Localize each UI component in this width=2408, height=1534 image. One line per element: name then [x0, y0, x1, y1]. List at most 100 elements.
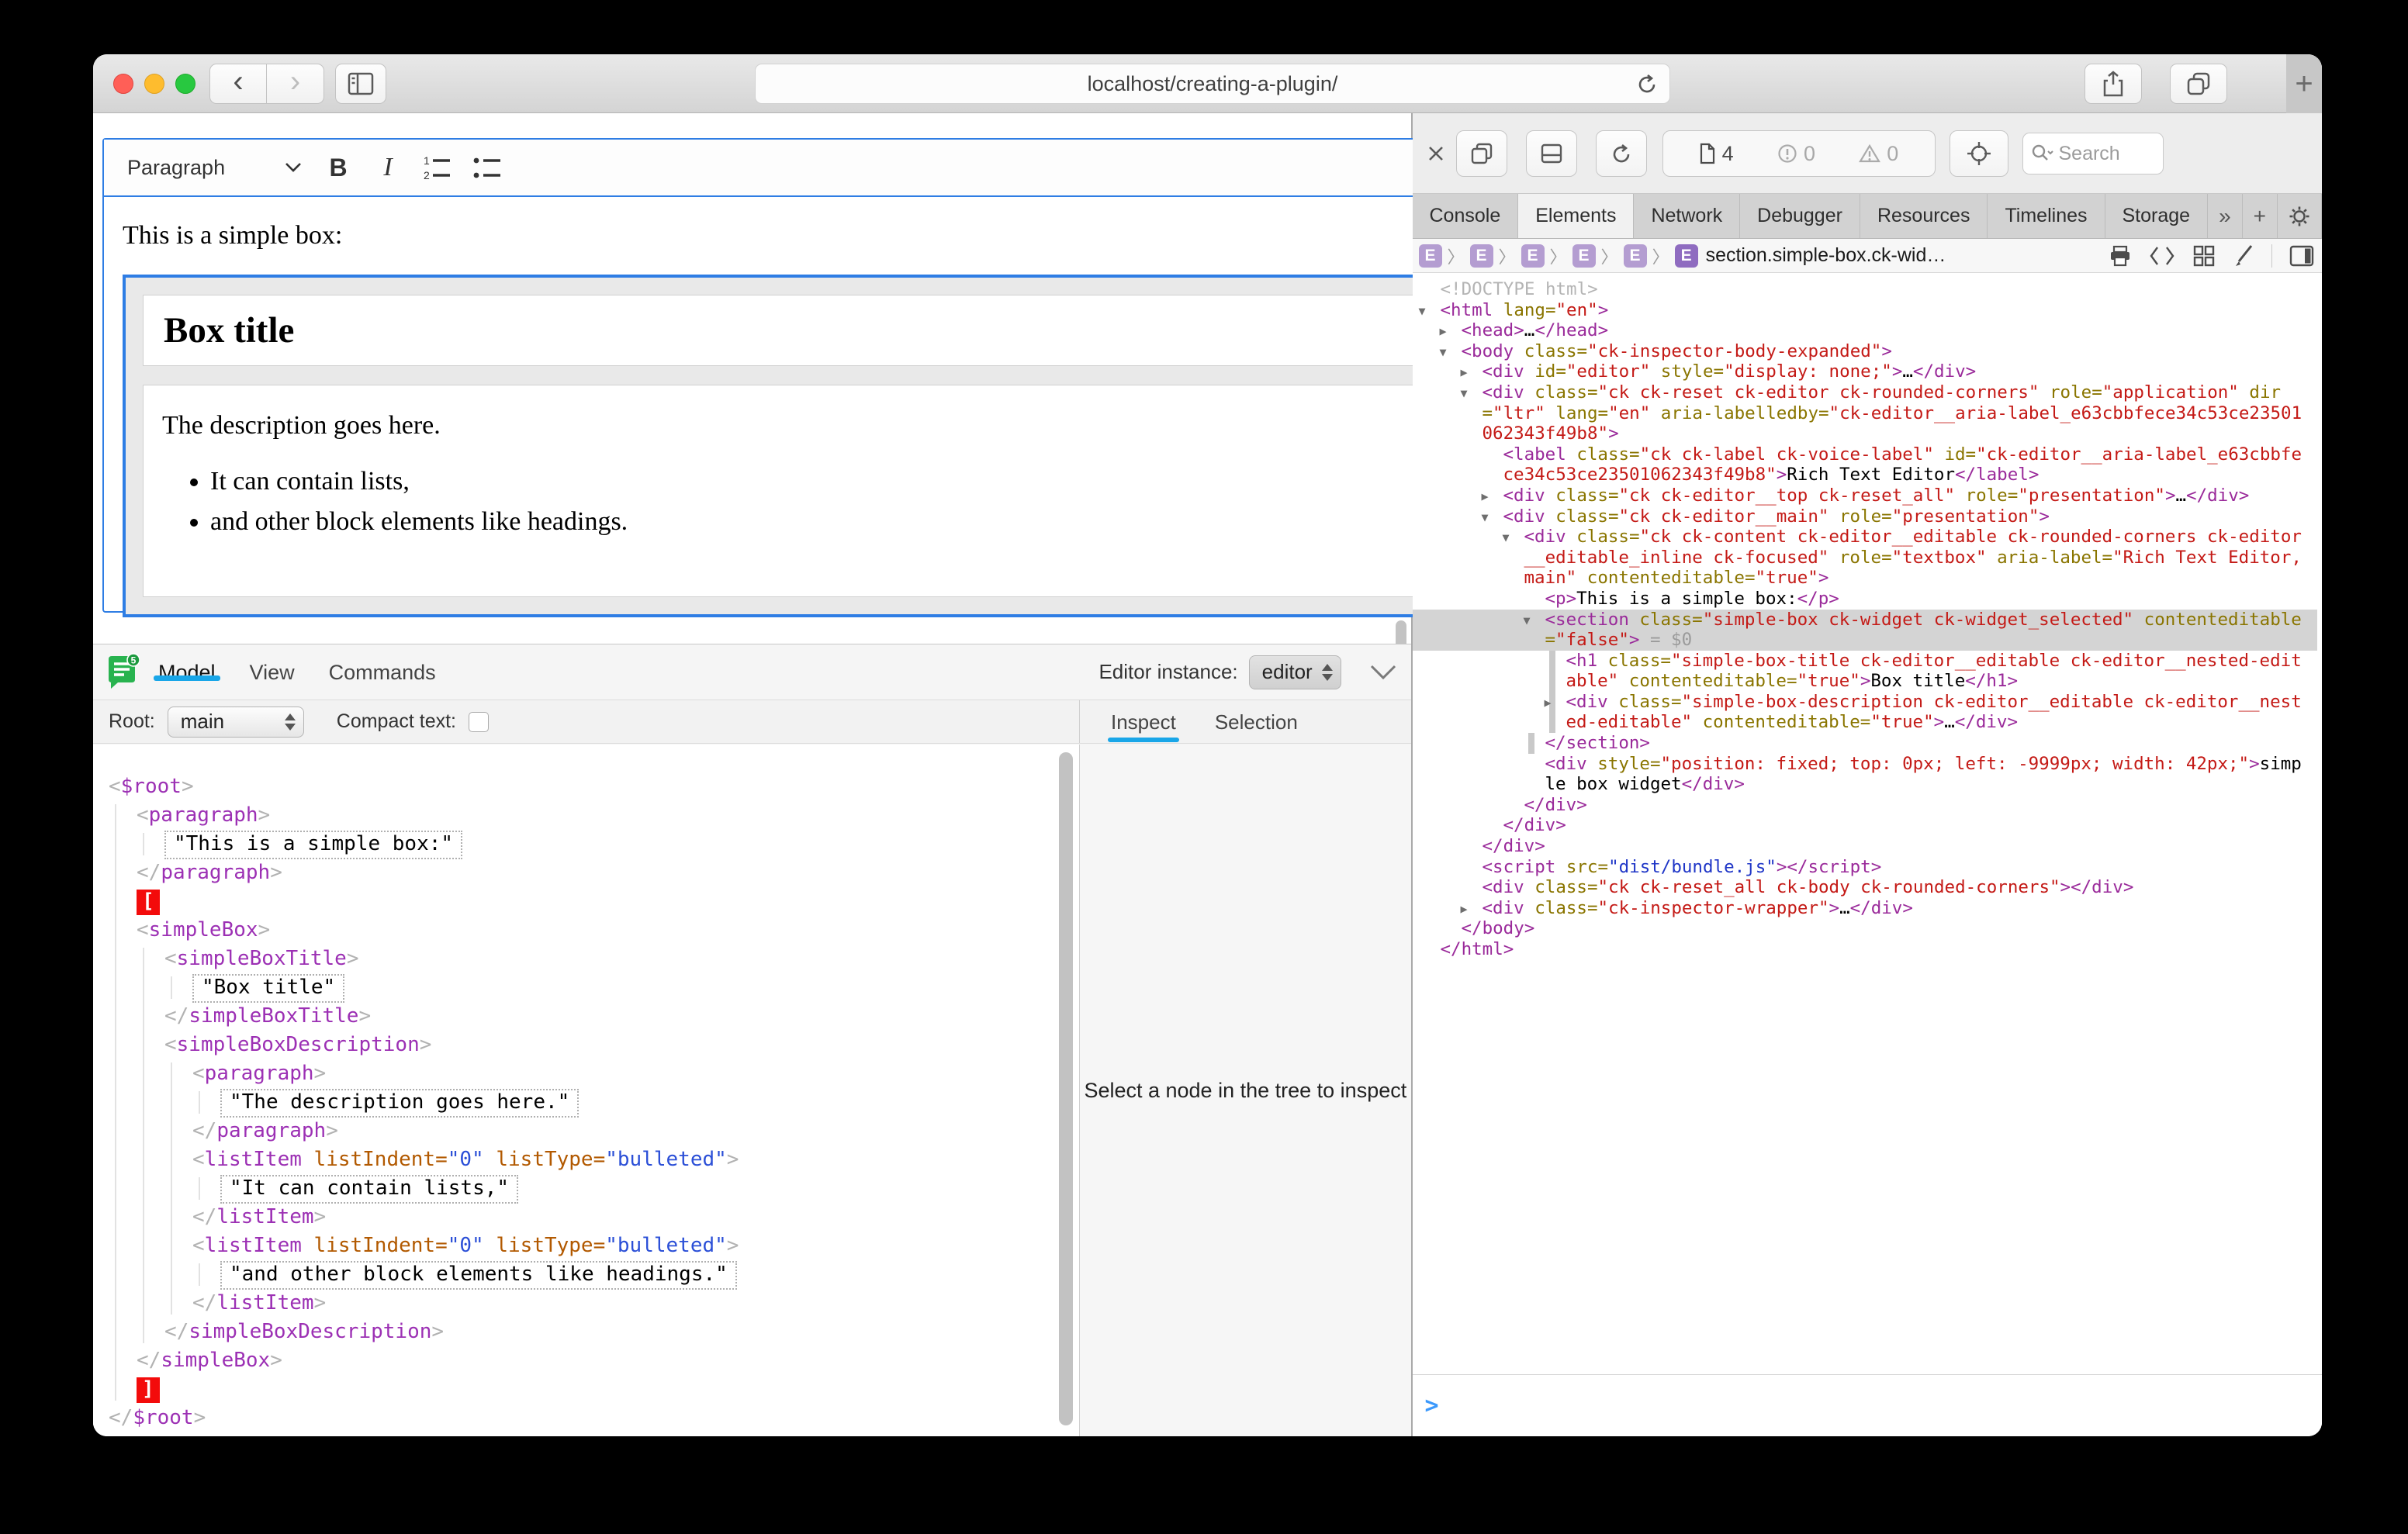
- dom-node-line[interactable]: ▼<body class="ck-inspector-body-expanded…: [1413, 341, 2318, 362]
- devtools-settings-button[interactable]: [2278, 194, 2322, 238]
- dom-node-line[interactable]: <!DOCTYPE html>: [1413, 279, 2318, 300]
- details-sidebar-icon[interactable]: [2289, 245, 2314, 267]
- detach-devtools-button[interactable]: [1456, 130, 1507, 177]
- tree-scrollbar[interactable]: [1059, 752, 1073, 1425]
- disclosure-open-icon[interactable]: ▼: [1440, 342, 1447, 363]
- devtools-tab-resources[interactable]: Resources: [1860, 194, 1988, 238]
- model-tree-row[interactable]: <$root>: [93, 772, 1056, 801]
- model-tree-row[interactable]: <listItem listIndent="0" listType="bulle…: [93, 1232, 1056, 1260]
- devtools-tab-console[interactable]: Console: [1413, 194, 1519, 238]
- dom-node-line[interactable]: ▶<div class="simple-box-description ck-e…: [1413, 692, 2318, 733]
- close-devtools-button[interactable]: [1419, 135, 1453, 172]
- search-input[interactable]: [2059, 143, 2136, 165]
- dom-node-line[interactable]: ▼<section class="simple-box ck-widget ck…: [1413, 610, 2318, 651]
- dom-node-line[interactable]: <div class="ck ck-reset_all ck-body ck-r…: [1413, 877, 2318, 898]
- model-tree-row[interactable]: <simpleBoxDescription>: [93, 1031, 1056, 1059]
- dom-tree[interactable]: <!DOCTYPE html>▼<html lang="en">▶<head>……: [1413, 273, 2323, 960]
- element-picker-button[interactable]: [1950, 130, 2008, 177]
- reload-button[interactable]: [1635, 73, 1659, 96]
- breadcrumb-element-icon[interactable]: E: [1419, 244, 1442, 268]
- model-text-node[interactable]: "This is a simple box:": [164, 831, 462, 859]
- dom-node-line[interactable]: ▼<div class="ck ck-reset ck-editor ck-ro…: [1413, 382, 2318, 444]
- disclosure-open-icon[interactable]: ▼: [1503, 527, 1510, 548]
- simple-box-description[interactable]: The description goes here. It can contai…: [143, 385, 1511, 597]
- model-tree-row[interactable]: </simpleBox>: [93, 1346, 1056, 1375]
- disclosure-open-icon[interactable]: ▼: [1482, 507, 1489, 528]
- disclosure-closed-icon[interactable]: ▶: [1461, 899, 1468, 920]
- numbered-list-button[interactable]: 12: [413, 145, 462, 190]
- model-text-node[interactable]: "The description goes here.": [220, 1089, 579, 1118]
- devtools-tab-network[interactable]: Network: [1634, 194, 1740, 238]
- dom-node-line[interactable]: <p>This is a simple box:</p>: [1413, 589, 2318, 610]
- address-bar[interactable]: localhost/creating-a-plugin/: [755, 64, 1670, 104]
- model-tree-row[interactable]: "It can contain lists,": [93, 1174, 1056, 1203]
- model-text-node[interactable]: "Box title": [192, 974, 344, 1003]
- side-tab-selection[interactable]: Selection: [1215, 700, 1298, 744]
- dom-node-line[interactable]: </body>: [1413, 918, 2318, 939]
- console-prompt[interactable]: >: [1413, 1374, 2323, 1436]
- share-button[interactable]: [2085, 64, 2142, 104]
- sidebar-button[interactable]: [335, 64, 386, 104]
- compact-text-checkbox[interactable]: [469, 712, 489, 732]
- model-tree-row[interactable]: </paragraph>: [93, 1117, 1056, 1145]
- simple-box-title[interactable]: Box title: [143, 295, 1511, 366]
- close-window-button[interactable]: [113, 74, 133, 94]
- dom-node-line[interactable]: </div>: [1413, 836, 2318, 857]
- model-tree-row[interactable]: "The description goes here.": [93, 1088, 1056, 1117]
- grid-icon[interactable]: [2192, 244, 2216, 268]
- devtools-tab-storage[interactable]: Storage: [2105, 194, 2209, 238]
- dom-node-line[interactable]: ▶<div class="ck-inspector-wrapper">…</di…: [1413, 898, 2318, 919]
- dom-node-line[interactable]: ▼<div class="ck ck-content ck-editor__ed…: [1413, 527, 2318, 589]
- devtools-tab-timelines[interactable]: Timelines: [1988, 194, 2105, 238]
- dom-node-line[interactable]: </div>: [1413, 815, 2318, 836]
- print-icon[interactable]: [2109, 245, 2132, 267]
- model-tree-row[interactable]: <simpleBox>: [93, 916, 1056, 945]
- dom-node-line[interactable]: </section>: [1413, 733, 2318, 754]
- breadcrumb-element-icon[interactable]: E: [1675, 244, 1698, 268]
- disclosure-open-icon[interactable]: ▼: [1524, 610, 1531, 631]
- disclosure-closed-icon[interactable]: ▶: [1545, 693, 1552, 713]
- model-tree-row[interactable]: ]: [93, 1375, 1056, 1404]
- dom-node-line[interactable]: <label class="ck ck-label ck-voice-label…: [1413, 444, 2318, 485]
- dom-node-line[interactable]: ▶<div class="ck ck-editor__top ck-reset_…: [1413, 485, 2318, 506]
- model-tree-row[interactable]: "and other block elements like headings.…: [93, 1260, 1056, 1289]
- disclosure-closed-icon[interactable]: ▶: [1440, 321, 1447, 342]
- model-tree-row[interactable]: "Box title": [93, 973, 1056, 1002]
- editor-instance-select[interactable]: editor: [1249, 655, 1341, 689]
- dom-node-line[interactable]: ▼<div class="ck ck-editor__main" role="p…: [1413, 506, 2318, 527]
- model-tree-row[interactable]: </simpleBoxTitle>: [93, 1002, 1056, 1031]
- simple-box-widget[interactable]: Box title The description goes here. It …: [123, 275, 1531, 617]
- breadcrumb-element-icon[interactable]: E: [1624, 244, 1647, 268]
- root-select[interactable]: main: [168, 707, 304, 738]
- bulleted-list-button[interactable]: [462, 145, 512, 190]
- model-tree-row[interactable]: "This is a simple box:": [93, 830, 1056, 859]
- dom-node-line[interactable]: ▶<head>…</head>: [1413, 320, 2318, 341]
- model-tree-row[interactable]: <simpleBoxTitle>: [93, 945, 1056, 973]
- dom-node-line[interactable]: ▼<html lang="en">: [1413, 300, 2318, 321]
- disclosure-open-icon[interactable]: ▼: [1461, 383, 1468, 404]
- dom-node-line[interactable]: </div>: [1413, 795, 2318, 816]
- devtools-tab-elements[interactable]: Elements: [1518, 194, 1634, 238]
- inspector-tab-commands[interactable]: Commands: [329, 661, 436, 684]
- editable-area[interactable]: This is a simple box: Box title The desc…: [104, 197, 1550, 617]
- breadcrumb-element-icon[interactable]: E: [1572, 244, 1596, 268]
- forward-button[interactable]: ›: [267, 64, 324, 104]
- reload-page-button[interactable]: [1596, 130, 1647, 177]
- issue-counters[interactable]: 4 0 0: [1662, 130, 1936, 177]
- minimize-window-button[interactable]: [144, 74, 164, 94]
- new-tab-button[interactable]: +: [2286, 54, 2322, 113]
- disclosure-closed-icon[interactable]: ▶: [1461, 362, 1468, 383]
- model-tree-pane[interactable]: <$root><paragraph>"This is a simple box:…: [93, 745, 1080, 1436]
- model-tree-row[interactable]: <paragraph>: [93, 801, 1056, 830]
- side-tab-inspect[interactable]: Inspect: [1111, 700, 1176, 744]
- inspector-tab-model[interactable]: Model: [158, 661, 216, 684]
- breadcrumb-element-icon[interactable]: E: [1521, 244, 1545, 268]
- zoom-window-button[interactable]: [175, 74, 195, 94]
- devtools-tab-debugger[interactable]: Debugger: [1740, 194, 1860, 238]
- dom-node-line[interactable]: <h1 class="simple-box-title ck-editor__e…: [1413, 651, 2318, 692]
- collapse-inspector-button[interactable]: [1369, 664, 1397, 681]
- dom-node-line[interactable]: ▶<div id="editor" style="display: none;"…: [1413, 361, 2318, 382]
- inspector-tab-view[interactable]: View: [250, 661, 295, 684]
- dom-node-line[interactable]: <script src="dist/bundle.js"></script>: [1413, 857, 2318, 878]
- model-tree-row[interactable]: </paragraph>: [93, 859, 1056, 887]
